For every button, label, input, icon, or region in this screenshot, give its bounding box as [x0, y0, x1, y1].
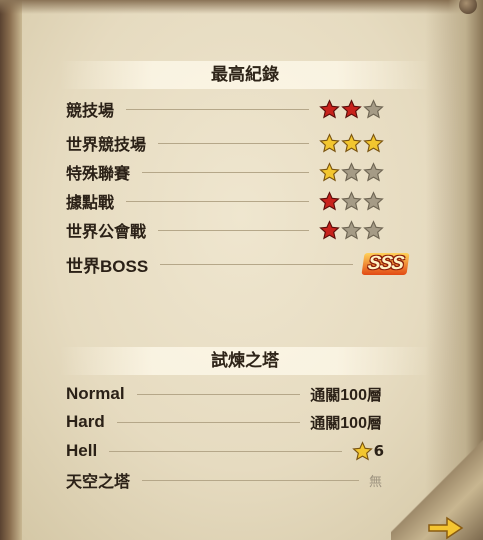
star-rating: [319, 219, 384, 241]
record-label: 特殊聯賽: [66, 164, 131, 183]
star-rating: [319, 161, 384, 183]
tower-row-normal: Normal 通關100層: [66, 382, 382, 406]
hell-star-count: 6: [351, 440, 384, 462]
record-row-world-boss: 世界BOSS SSS: [66, 252, 410, 276]
record-row-world-guild-war: 世界公會戰: [66, 218, 384, 242]
empty-star-icon: [341, 219, 362, 240]
record-row-world-arena: 世界競技場: [66, 131, 384, 155]
record-label: 世界競技場: [66, 135, 147, 154]
record-book-page: 最高紀錄 競技場 世界競技場 特殊聯賽 據點戰 世界公會戰 世界BOSS SSS…: [0, 0, 483, 540]
leader-line: [116, 421, 301, 423]
record-label: 競技場: [66, 101, 115, 120]
sky-tower-value: 無: [368, 474, 382, 490]
rank-badge: SSS: [361, 253, 410, 275]
gold-star-icon: [319, 132, 340, 153]
empty-star-icon: [363, 98, 384, 119]
star-rating: [319, 132, 384, 154]
leader-line: [142, 479, 359, 481]
hell-star-number: 6: [373, 442, 384, 460]
record-label: 據點戰: [66, 193, 115, 212]
star-rating: [319, 190, 384, 212]
tower-progress: 通關100層: [310, 412, 382, 433]
empty-star-icon: [363, 219, 384, 240]
empty-star-icon: [363, 190, 384, 211]
star-icon: [351, 440, 373, 461]
red-star-icon: [319, 219, 340, 240]
tower-row-hard: Hard 通關100層: [66, 410, 382, 434]
page-top-edge: [0, 0, 483, 14]
leader-line: [142, 171, 309, 173]
book-spine: [0, 0, 22, 540]
red-star-icon: [319, 190, 340, 211]
gold-star-icon: [319, 161, 340, 182]
leader-line: [136, 393, 301, 395]
leader-line: [158, 229, 309, 231]
record-label: 世界BOSS: [66, 256, 149, 276]
progress-prefix: 通關: [310, 413, 341, 432]
progress-floor: 100: [340, 414, 367, 432]
next-page-arrow-icon[interactable]: [425, 515, 465, 540]
tower-label: Hard: [66, 412, 105, 431]
trial-tower-title: 試煉之塔: [60, 347, 430, 375]
tower-row-sky-tower: 天空之塔 無: [66, 468, 382, 492]
leader-line: [158, 142, 309, 144]
gold-star-icon: [341, 132, 362, 153]
tower-label: Normal: [66, 384, 125, 403]
leader-line: [109, 450, 342, 452]
tower-label: 天空之塔: [66, 472, 131, 491]
tower-progress: 通關100層: [310, 384, 382, 405]
leader-line: [160, 263, 353, 265]
record-row-stronghold-war: 據點戰: [66, 189, 384, 213]
empty-star-icon: [341, 161, 362, 182]
progress-suffix: 層: [366, 385, 382, 404]
progress-prefix: 通關: [310, 385, 341, 404]
progress-suffix: 層: [366, 413, 382, 432]
best-records-title: 最高紀錄: [60, 61, 430, 89]
gold-star-icon: [363, 132, 384, 153]
red-star-icon: [341, 98, 362, 119]
tower-row-hell: Hell 6: [66, 439, 384, 463]
tower-label: Hell: [66, 441, 98, 460]
red-star-icon: [319, 98, 340, 119]
leader-line: [126, 108, 309, 110]
leader-line: [126, 200, 309, 202]
record-label: 世界公會戰: [66, 222, 147, 241]
star-rating: [319, 98, 384, 120]
empty-star-icon: [341, 190, 362, 211]
progress-floor: 100: [340, 386, 367, 404]
record-row-special-league: 特殊聯賽: [66, 160, 384, 184]
record-row-arena: 競技場: [66, 97, 384, 121]
empty-star-icon: [363, 161, 384, 182]
